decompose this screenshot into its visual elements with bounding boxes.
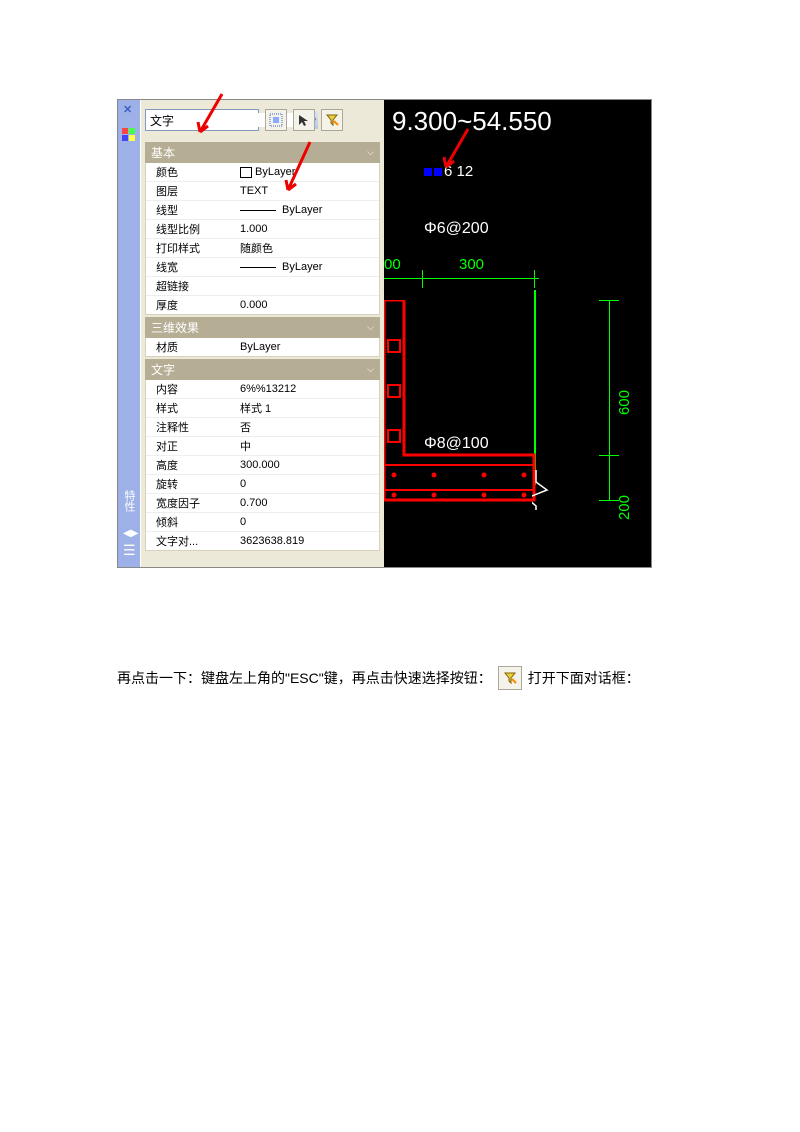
list-icon[interactable]: ☰	[123, 542, 136, 559]
prop-justify[interactable]: 对正中	[146, 437, 379, 456]
basic-props: 颜色 ByLayer 图层 TEXT 线型 ByLayer 线型比例 1.000…	[145, 163, 380, 315]
section-basic[interactable]: 基本 ⌵	[145, 142, 380, 163]
section-title: 三维效果	[151, 319, 199, 336]
section-3d[interactable]: 三维效果 ⌵	[145, 317, 380, 338]
prop-layer[interactable]: 图层 TEXT	[146, 182, 379, 201]
prop-plotstyle[interactable]: 打印样式 随颜色	[146, 239, 379, 258]
prop-lineweight[interactable]: 线宽 ByLayer	[146, 258, 379, 277]
prop-widthfactor[interactable]: 宽度因子0.700	[146, 494, 379, 513]
prop-color[interactable]: 颜色 ByLayer	[146, 163, 379, 182]
select-similar-icon[interactable]	[265, 109, 287, 131]
quick-select-icon	[498, 666, 522, 690]
sidebar-title: 特性	[121, 490, 137, 512]
prop-thickness[interactable]: 厚度 0.000	[146, 296, 379, 314]
structure-shape	[384, 300, 554, 520]
prop-style[interactable]: 样式样式 1	[146, 399, 379, 418]
prop-hyperlink[interactable]: 超链接	[146, 277, 379, 296]
grip-icon[interactable]	[424, 168, 432, 176]
section-title: 文字	[151, 361, 175, 378]
caption-text: 再点击一下：键盘左上角的"ESC"键，再点击快速选择按钮： 打开下面对话框：	[117, 666, 640, 690]
prop-height[interactable]: 高度300.000	[146, 456, 379, 475]
object-type-dropdown[interactable]: ▼	[145, 109, 259, 131]
section-text[interactable]: 文字 ⌵	[145, 359, 380, 380]
close-icon[interactable]: ✕	[123, 103, 132, 116]
text-props: 内容6%%13212 样式样式 1 注释性否 对正中 高度300.000 旋转0…	[145, 380, 380, 551]
palette-sidebar: ✕ 特性 ◀▶ ☰	[118, 100, 140, 567]
prop-rotation[interactable]: 旋转0	[146, 475, 379, 494]
rebar-text: Φ6@200	[424, 220, 489, 238]
break-symbol	[532, 470, 562, 510]
prop-oblique[interactable]: 倾斜0	[146, 513, 379, 532]
prop-alignx[interactable]: 文字对...3623638.819	[146, 532, 379, 550]
chevron-icon: ⌵	[367, 364, 374, 375]
dim-line	[384, 278, 539, 279]
properties-panel: ▼ 基本 ⌵ 颜色 ByLayer	[140, 100, 384, 567]
drawing-area[interactable]: 9.300~54.550 6 12 Φ6@200 Φ8@100 00 300 6…	[384, 100, 651, 567]
cad-screenshot: ✕ 特性 ◀▶ ☰ ▼	[117, 99, 652, 568]
section-title: 基本	[151, 144, 175, 161]
palette-icon[interactable]	[121, 127, 137, 143]
collapse-icon[interactable]: ◀▶	[123, 528, 138, 539]
dim-text: 300	[459, 256, 484, 273]
panel-toolbar: ▼	[141, 100, 384, 140]
prop-ltscale[interactable]: 线型比例 1.000	[146, 220, 379, 239]
3d-props: 材质 ByLayer	[145, 338, 380, 357]
prop-annotative[interactable]: 注释性否	[146, 418, 379, 437]
quick-select-icon[interactable]	[321, 109, 343, 131]
prop-linetype[interactable]: 线型 ByLayer	[146, 201, 379, 220]
dim-text: 600	[616, 390, 633, 415]
chevron-icon: ⌵	[367, 147, 374, 158]
title-range-text: 9.300~54.550	[392, 106, 552, 137]
selected-text[interactable]: 6 12	[444, 163, 473, 180]
prop-content[interactable]: 内容6%%13212	[146, 380, 379, 399]
grip-icon[interactable]	[434, 168, 442, 176]
dim-text: 200	[616, 495, 633, 520]
prop-material[interactable]: 材质 ByLayer	[146, 338, 379, 356]
chevron-icon: ⌵	[367, 322, 374, 333]
select-object-icon[interactable]	[293, 109, 315, 131]
dim-text: 00	[384, 256, 401, 273]
